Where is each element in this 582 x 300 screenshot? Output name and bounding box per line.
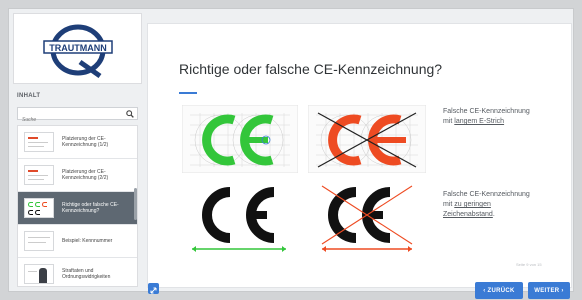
- list-item[interactable]: Platzierung der CE-Kennzeichnung (1/2): [18, 126, 137, 159]
- item-thumbnail: [24, 231, 54, 251]
- search-icon[interactable]: [126, 110, 134, 118]
- item-label: Beispiel: Kennnummer: [62, 237, 113, 244]
- caption-line: Falsche CE-Kennzeichnung: [443, 191, 530, 198]
- caption-line: Zeichenabstand.: [443, 210, 530, 220]
- item-thumbnail: [24, 264, 54, 284]
- caption-link: langem E-Strich: [454, 118, 505, 125]
- caption-suffix: .: [492, 211, 495, 218]
- ce-mark-correct: [182, 184, 298, 256]
- next-button[interactable]: WEITER ›: [528, 282, 570, 299]
- page-indicator: Seite 9 von 15: [516, 262, 542, 267]
- app-frame: TRAUTMANN INHALT Platzierung der CE-Kenn…: [8, 8, 574, 299]
- expand-icon[interactable]: [148, 283, 159, 294]
- back-button[interactable]: ‹ ZURÜCK: [475, 282, 523, 299]
- item-label: Platzierung der CE-Kennzeichnung (1/2): [62, 135, 109, 149]
- ce-construction-wrong: [307, 104, 427, 174]
- caption-long-stroke: Falsche CE-Kennzeichnung mit langem E-St…: [443, 107, 530, 127]
- sidebar: TRAUTMANN INHALT Platzierung der CE-Kenn…: [13, 13, 142, 288]
- caption-line: mit zu geringen: [443, 200, 530, 210]
- ce-construction-correct: [181, 104, 299, 174]
- page-title: Richtige oder falsche CE-Kennzeichnung?: [179, 61, 443, 77]
- search-input[interactable]: [18, 114, 118, 126]
- ce-mark-wrong: [308, 184, 426, 256]
- list-item[interactable]: Beispiel: Kennnummer: [18, 225, 137, 258]
- section-title: INHALT: [17, 93, 41, 99]
- content-panel: Richtige oder falsche CE-Kennzeichnung?: [147, 23, 572, 299]
- chapter-list: Platzierung der CE-Kennzeichnung (1/2) P…: [17, 125, 138, 287]
- logo: TRAUTMANN: [13, 13, 142, 84]
- logo-text: TRAUTMANN: [49, 43, 107, 53]
- search-box[interactable]: [17, 107, 138, 126]
- item-thumbnail: [24, 132, 54, 152]
- caption-line: Falsche CE-Kennzeichnung: [443, 108, 530, 115]
- list-item[interactable]: Platzierung der CE-Kennzeichnung (2/2): [18, 159, 137, 192]
- caption-prefix: mit: [443, 201, 455, 208]
- list-scrollbar[interactable]: [134, 188, 137, 220]
- caption-prefix: mit: [443, 118, 455, 125]
- item-label: Platzierung der CE-Kennzeichnung (2/2): [62, 168, 109, 182]
- caption-spacing: Falsche CE-Kennzeichnung mit zu geringen…: [443, 190, 530, 220]
- item-thumbnail: [24, 165, 54, 185]
- item-label: Straftaten und Ordnungswidrigkeiten: [62, 267, 111, 281]
- list-item[interactable]: Straftaten und Ordnungswidrigkeiten: [18, 258, 137, 286]
- caption-line: mit langem E-Strich: [443, 117, 530, 127]
- caption-link: zu geringen: [454, 201, 491, 208]
- item-label: Richtige oder falsche CE-Kennzeichnung?: [62, 201, 119, 215]
- caption-link: Zeichenabstand: [443, 211, 493, 218]
- title-underline: [179, 92, 197, 94]
- item-thumbnail: [24, 198, 54, 218]
- list-item-active[interactable]: Richtige oder falsche CE-Kennzeichnung?: [18, 192, 137, 225]
